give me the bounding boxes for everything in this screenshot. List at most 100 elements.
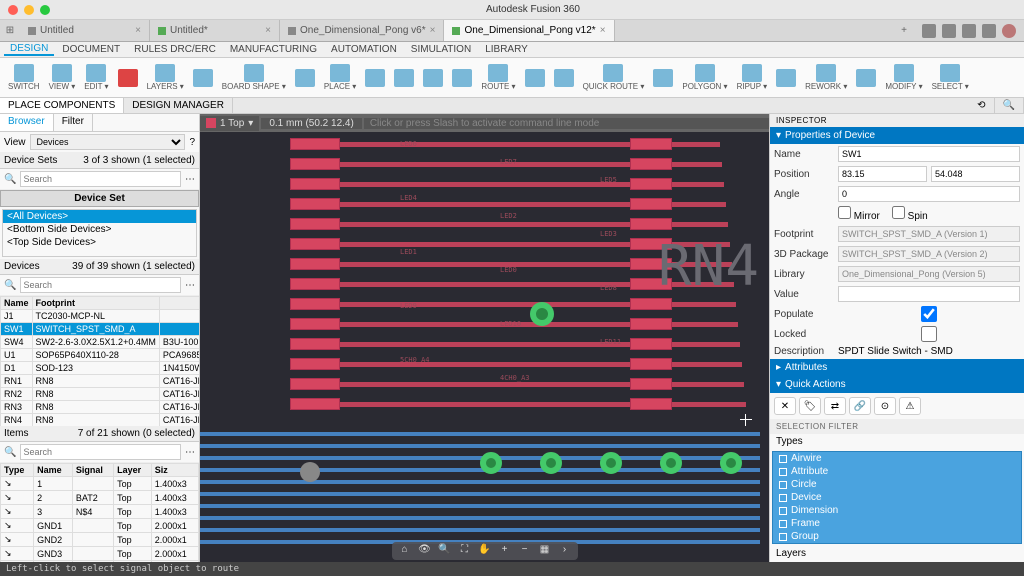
document-tab[interactable]: One_Dimensional_Pong v12*× <box>444 20 614 41</box>
table-row[interactable]: ↘GND1Top2.000x1 <box>1 519 199 533</box>
ribbon-button[interactable] <box>649 68 677 88</box>
position-x-field[interactable] <box>838 166 927 182</box>
tag-icon[interactable]: 🏷 <box>799 397 821 415</box>
fit-icon[interactable]: ⛶ <box>458 544 472 558</box>
value-field[interactable] <box>838 286 1020 302</box>
menu-automation[interactable]: AUTOMATION <box>325 44 403 55</box>
app-menu-icon[interactable]: ⊞ <box>0 20 20 41</box>
deviceset-item[interactable]: <Top Side Devices> <box>3 236 196 249</box>
package-field[interactable] <box>838 246 1020 262</box>
menu-manufacturing[interactable]: MANUFACTURING <box>224 44 323 55</box>
window-controls[interactable] <box>8 5 50 15</box>
table-row[interactable]: RN1RN8CAT16-JE <box>1 375 200 388</box>
document-tab[interactable]: Untitled*× <box>150 20 280 41</box>
refresh-icon[interactable]: ⟲ <box>969 98 994 113</box>
items-search[interactable] <box>20 444 181 460</box>
quickactions-header[interactable]: ▾Quick Actions <box>770 376 1024 393</box>
ribbon-button[interactable] <box>189 68 217 88</box>
table-row[interactable]: RN3RN8CAT16-JE <box>1 401 200 414</box>
ribbon-button[interactable]: SELECT ▾ <box>928 63 973 92</box>
cloud-icon[interactable] <box>962 24 976 38</box>
zoom-icon[interactable] <box>40 5 50 15</box>
layer-selector[interactable]: 1 Top▾ <box>200 116 259 131</box>
library-field[interactable] <box>838 266 1020 282</box>
table-row[interactable]: ↘GND4Top2.000x1 <box>1 561 199 563</box>
table-row[interactable]: D1SOD-1231N4150W <box>1 362 200 375</box>
devices-search[interactable] <box>20 277 181 293</box>
warning-icon[interactable]: ⚠ <box>899 397 921 415</box>
link-icon[interactable]: 🔗 <box>849 397 871 415</box>
ribbon-button[interactable]: MODIFY ▾ <box>881 63 926 92</box>
deviceset-item[interactable]: <Bottom Side Devices> <box>3 223 196 236</box>
command-line[interactable]: Click or press Slash to activate command… <box>364 118 769 129</box>
ribbon-button[interactable] <box>390 68 418 88</box>
locate-icon[interactable]: ⊙ <box>874 397 896 415</box>
ribbon-button[interactable]: REWORK ▾ <box>801 63 851 92</box>
help-icon[interactable]: ? <box>189 137 195 148</box>
position-y-field[interactable] <box>931 166 1020 182</box>
ribbon-button[interactable]: POLYGON ▾ <box>678 63 731 92</box>
attributes-header[interactable]: ▸Attributes <box>770 359 1024 376</box>
document-tab[interactable]: Untitled× <box>20 20 150 41</box>
ribbon-button[interactable] <box>852 68 880 88</box>
ribbon-button[interactable]: LAYERS ▾ <box>143 63 188 92</box>
table-row[interactable]: ↘GND3Top2.000x1 <box>1 547 199 561</box>
table-row[interactable]: RN4RN8CAT16-JE <box>1 414 200 427</box>
notifications-icon[interactable] <box>942 24 956 38</box>
help-icon[interactable] <box>982 24 996 38</box>
ribbon-button[interactable]: PLACE ▾ <box>320 63 360 92</box>
ribbon-button[interactable]: EDIT ▾ <box>80 63 112 92</box>
swap-icon[interactable]: ⇄ <box>824 397 846 415</box>
document-tab[interactable]: One_Dimensional_Pong v6*× <box>280 20 444 41</box>
zoom-icon[interactable]: 🔍 <box>438 544 452 558</box>
type-item[interactable]: Group <box>773 530 1021 543</box>
extensions-icon[interactable] <box>922 24 936 38</box>
table-row[interactable]: ↘3N$4Top1.400x3 <box>1 505 199 519</box>
ribbon-button[interactable] <box>419 68 447 88</box>
menu-rules drc/erc[interactable]: RULES DRC/ERC <box>128 44 222 55</box>
ribbon-button[interactable] <box>772 68 800 88</box>
items-table[interactable]: TypeNameSignalLayerSiz↘1Top1.400x3↘2BAT2… <box>0 463 199 562</box>
menu-design[interactable]: DESIGN <box>4 43 54 56</box>
grid-icon[interactable]: ▦ <box>538 544 552 558</box>
table-row[interactable]: J1TC2030-MCP-NL <box>1 310 200 323</box>
type-item[interactable]: Airwire <box>773 452 1021 465</box>
close-icon[interactable] <box>8 5 18 15</box>
tab-design-manager[interactable]: DESIGN MANAGER <box>124 98 233 113</box>
ribbon-button[interactable] <box>114 68 142 88</box>
ribbon-button[interactable] <box>550 68 578 88</box>
avatar[interactable] <box>1002 24 1016 38</box>
pan-icon[interactable]: ✋ <box>478 544 492 558</box>
tab-browser[interactable]: Browser <box>0 114 54 131</box>
type-item[interactable]: Dimension <box>773 504 1021 517</box>
home-icon[interactable]: ⌂ <box>398 544 412 558</box>
menu-library[interactable]: LIBRARY <box>479 44 534 55</box>
deviceset-item[interactable]: <All Devices> <box>3 210 196 223</box>
table-row[interactable]: SW4SW2-2.6-3.0X2.5X1.2+0.4MMB3U-100 <box>1 336 200 349</box>
tab-filter[interactable]: Filter <box>54 114 93 131</box>
zoomout-icon[interactable]: − <box>518 544 532 558</box>
view-select[interactable]: Devices <box>30 134 186 150</box>
more-icon[interactable]: ⋯ <box>185 447 195 458</box>
new-tab-button[interactable]: + <box>894 20 914 41</box>
type-item[interactable]: Attribute <box>773 465 1021 478</box>
ribbon-button[interactable] <box>291 68 319 88</box>
menu-simulation[interactable]: SIMULATION <box>405 44 477 55</box>
more-icon[interactable]: ⋯ <box>185 174 195 185</box>
populate-checkbox[interactable] <box>838 306 1020 322</box>
name-field[interactable] <box>838 146 1020 162</box>
search-icon[interactable]: 🔍 <box>995 98 1024 113</box>
properties-header[interactable]: ▾Properties of Device <box>770 127 1024 144</box>
ribbon-button[interactable]: RIPUP ▾ <box>733 63 772 92</box>
more-icon[interactable]: ⋯ <box>185 280 195 291</box>
table-row[interactable]: U1SOP65P640X110-28PCA9685 <box>1 349 200 362</box>
ribbon-button[interactable] <box>448 68 476 88</box>
type-item[interactable]: Frame <box>773 517 1021 530</box>
menu-document[interactable]: DOCUMENT <box>56 44 126 55</box>
ribbon-button[interactable] <box>521 68 549 88</box>
deviceset-search[interactable] <box>20 171 181 187</box>
type-item[interactable]: Circle <box>773 478 1021 491</box>
angle-field[interactable] <box>838 186 1020 202</box>
table-row[interactable]: ↘2BAT2Top1.400x3 <box>1 491 199 505</box>
view-toolbar[interactable]: ⌂ 👁 🔍 ⛶ ✋ + − ▦ › <box>392 542 578 560</box>
